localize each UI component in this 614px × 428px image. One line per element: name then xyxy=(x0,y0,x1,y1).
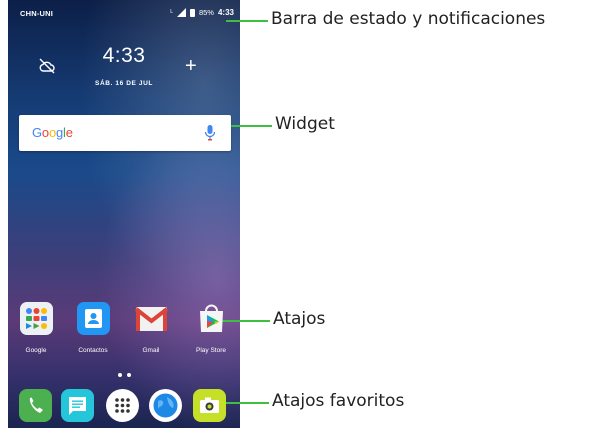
app-contacts[interactable]: Contactos xyxy=(68,302,118,354)
battery-icon xyxy=(189,8,195,17)
status-time: 4:33 xyxy=(217,8,234,17)
page-dot xyxy=(117,373,122,377)
play-store-icon xyxy=(195,302,228,335)
app-drawer-icon[interactable] xyxy=(106,389,139,422)
messages-icon[interactable] xyxy=(61,389,94,422)
app-google[interactable]: Google xyxy=(11,302,61,354)
contacts-icon xyxy=(76,302,110,335)
clock-time: 4:33 xyxy=(102,44,146,67)
camera-icon[interactable] xyxy=(193,389,226,422)
app-label: Google xyxy=(25,347,47,354)
favorites-dock xyxy=(8,386,240,428)
google-logo-letter: e xyxy=(65,125,73,140)
clock-widget[interactable]: 4:33 SÁB. 16 DE JUL + xyxy=(8,40,240,100)
app-label: Contactos xyxy=(78,347,108,354)
microphone-icon[interactable] xyxy=(204,124,216,147)
google-logo-letter: o xyxy=(48,125,56,140)
add-city-button[interactable]: + xyxy=(185,56,197,76)
google-logo-letter: G xyxy=(32,125,42,140)
page-dot xyxy=(126,373,131,377)
battery-percent: 85% xyxy=(198,8,214,17)
signal-icon xyxy=(176,8,186,17)
gmail-icon xyxy=(134,302,168,335)
callout-widget: Widget xyxy=(275,114,335,134)
phone-home-screen: CHN-UNI L 85% 4:33 4:33 SÁB. 16 DE JUL + xyxy=(8,0,240,428)
callout-shortcuts: Atajos xyxy=(273,309,326,329)
network-type-icon: L xyxy=(170,9,173,15)
app-play-store[interactable]: Play Store xyxy=(186,302,236,354)
google-logo-letter: o xyxy=(41,125,49,140)
app-gmail[interactable]: Gmail xyxy=(126,302,176,354)
app-label: Gmail xyxy=(142,347,160,354)
google-search-widget[interactable]: Google xyxy=(19,115,231,151)
page-indicator[interactable] xyxy=(8,373,240,377)
phone-icon[interactable] xyxy=(19,389,52,422)
status-icons: L 85% 4:33 xyxy=(170,8,234,17)
carrier-name: CHN-UNI xyxy=(20,9,54,18)
browser-icon[interactable] xyxy=(149,389,182,422)
app-label: Play Store xyxy=(196,347,226,354)
status-bar[interactable]: CHN-UNI L 85% 4:33 xyxy=(8,0,240,22)
google-logo: Google xyxy=(32,125,73,140)
google-folder-icon xyxy=(19,302,53,335)
callout-favorites: Atajos favoritos xyxy=(272,391,405,411)
figure: CHN-UNI L 85% 4:33 4:33 SÁB. 16 DE JUL + xyxy=(0,0,614,428)
callout-status-bar: Barra de estado y notificaciones xyxy=(271,9,546,29)
google-logo-letter: g xyxy=(55,125,64,140)
clock-date: SÁB. 16 DE JUL xyxy=(95,80,153,87)
